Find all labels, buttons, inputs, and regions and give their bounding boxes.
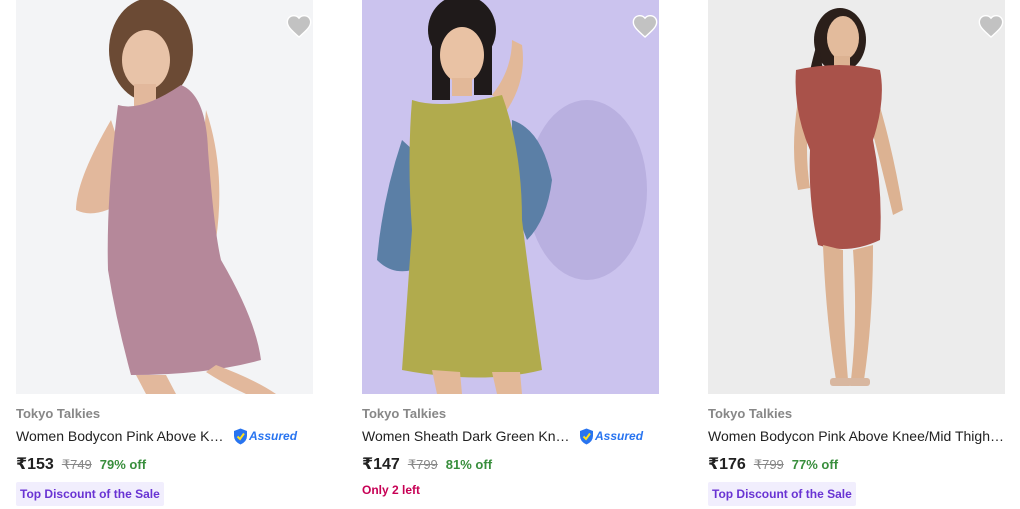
product-title-link[interactable]: Women Bodycon Pink Above Knee/Mid Thigh … — [16, 427, 229, 445]
product-card[interactable]: Tokyo Talkies Women Bodycon Pink Above K… — [708, 0, 1005, 506]
offer-tag: Top Discount of the Sale — [708, 482, 856, 506]
shield-icon — [234, 428, 247, 444]
assured-badge: Assured — [233, 428, 297, 445]
product-brand: Tokyo Talkies — [16, 406, 101, 421]
product-brand: Tokyo Talkies — [708, 406, 793, 421]
original-price: ₹799 — [753, 457, 784, 472]
product-image[interactable] — [708, 0, 1005, 394]
product-title-link[interactable]: Women Sheath Dark Green Knee Length Dres… — [362, 427, 575, 445]
product-image[interactable] — [16, 0, 313, 394]
product-card[interactable]: Tokyo Talkies Women Bodycon Pink Above K… — [16, 0, 313, 506]
selling-price: ₹153 — [16, 456, 54, 473]
wishlist-heart-icon[interactable] — [285, 12, 313, 38]
selling-price: ₹147 — [362, 456, 400, 473]
wishlist-heart-icon[interactable] — [631, 12, 659, 38]
wishlist-heart-icon[interactable] — [977, 12, 1005, 38]
discount-percent: 79% off — [99, 457, 147, 472]
assured-label: Assured — [249, 429, 298, 443]
discount-percent: 81% off — [445, 457, 493, 472]
original-price: ₹799 — [407, 457, 438, 472]
original-price: ₹749 — [61, 457, 92, 472]
product-card[interactable]: Tokyo Talkies Women Sheath Dark Green Kn… — [362, 0, 659, 497]
assured-label: Assured — [595, 429, 644, 443]
discount-percent: 77% off — [791, 457, 839, 472]
shield-icon — [580, 428, 593, 444]
assured-badge: Assured — [579, 428, 643, 445]
selling-price: ₹176 — [708, 456, 746, 473]
stock-warning: Only 2 left — [362, 483, 421, 497]
product-image[interactable] — [362, 0, 659, 394]
product-title-link[interactable]: Women Bodycon Pink Above Knee/Mid Thigh … — [708, 427, 1005, 445]
offer-tag: Top Discount of the Sale — [16, 482, 164, 506]
product-brand: Tokyo Talkies — [362, 406, 447, 421]
